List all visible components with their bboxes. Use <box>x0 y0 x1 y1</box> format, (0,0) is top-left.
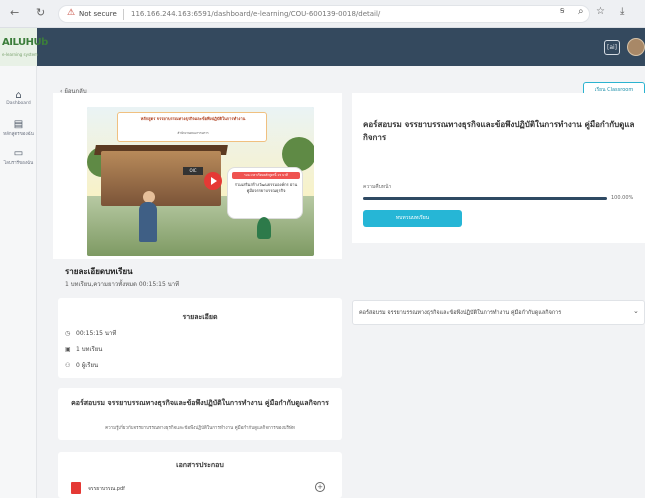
duration-value: 00:15:15 นาที <box>76 330 117 337</box>
bubble-header: ระยะเวลาเรียนหลักสูตรนี้ 15 นาที <box>232 172 300 179</box>
lesson-select-value: คอร์สอบรม จรรยาบรรณทางธุรกิจและข้อพึงปฏิ… <box>359 310 562 316</box>
sidebar-item-courses[interactable]: ▤ หลักสูตรของฉัน <box>0 119 37 137</box>
warning-icon: ⚠ <box>67 8 76 18</box>
thumbnail-subtitle: สำนักงานคณะกรรมการ <box>177 131 209 135</box>
translate-icon[interactable]: Ꞩ <box>560 7 564 15</box>
course-detail-heading: รายละเอียดบทเรียน <box>65 267 133 276</box>
learners-value: 0 ผู้เรียน <box>76 362 99 369</box>
course-title: คอร์สอบรม จรรยาบรรณทางธุรกิจและข้อพึงปฏิ… <box>363 120 635 142</box>
documents-title: เอกสารประกอบ <box>176 461 224 469</box>
library-icon: ▭ <box>13 148 24 159</box>
duration-row: ◷ 00:15:15 นาที <box>65 328 116 338</box>
plant-decoration <box>257 217 271 239</box>
progress-bar-fill <box>363 197 607 200</box>
lessons-value: 1 บทเรียน <box>76 346 103 353</box>
address-bar[interactable]: ⚠ Not secure 116.166.244.163:6591/dashbo… <box>58 5 590 23</box>
reload-icon[interactable]: ↻ <box>36 6 45 19</box>
zoom-icon[interactable]: ⌕ <box>578 6 584 17</box>
description-title: คอร์สอบรม จรรยาบรรณทางธุรกิจและข้อพึงปฏิ… <box>71 399 329 407</box>
url-divider <box>123 9 124 20</box>
thumbnail-title: หลักสูตร จรรยาบรรณทางธุรกิจและข้อพึงปฏิบ… <box>140 116 246 121</box>
tree-decoration <box>282 137 314 171</box>
ai-chip-icon[interactable]: [ai] <box>604 40 620 55</box>
users-icon: ⚇ <box>65 362 71 369</box>
lesson-icon: ▣ <box>65 346 71 353</box>
thumbnail-title-box: หลักสูตร จรรยาบรรณทางธุรกิจและข้อพึงปฏิบ… <box>117 112 267 142</box>
security-label: Not secure <box>79 10 117 18</box>
logo-text: AILUHUb <box>2 37 48 48</box>
details-card: รายละเอียด ◷ 00:15:15 นาที ▣ 1 บทเรียน ⚇ 0 … <box>58 298 342 378</box>
chevron-down-icon: ⌄ <box>633 307 639 315</box>
speech-bubble: ระยะเวลาเรียนหลักสูตรนี้ 15 นาที ร่วมเสร… <box>227 167 303 219</box>
review-lesson-button[interactable]: ทบทวนบทเรียน <box>363 210 462 227</box>
home-icon: ⌂ <box>15 90 22 101</box>
clock-icon: ◷ <box>65 330 71 337</box>
lessons-row: ▣ 1 บทเรียน <box>65 344 102 354</box>
sidebar-item-dashboard[interactable]: ⌂ Dashboard <box>0 90 37 106</box>
sidebar-item-label: หลักสูตรของฉัน <box>3 132 34 137</box>
oic-badge: OIC <box>183 167 203 175</box>
course-video-thumbnail[interactable]: หลักสูตร จรรยาบรรณทางธุรกิจและข้อพึงปฏิบ… <box>87 107 314 256</box>
play-button[interactable] <box>204 172 222 190</box>
progress-bar <box>363 197 607 200</box>
sidebar-item-label: Dashboard <box>6 101 31 106</box>
progress-label: ความคืบหน้า <box>363 184 392 190</box>
download-icon[interactable]: ⤓ <box>620 6 624 17</box>
book-icon: ▤ <box>13 119 24 130</box>
pdf-icon <box>71 482 81 494</box>
details-title: รายละเอียด <box>182 313 218 321</box>
url-text[interactable]: 116.166.244.163:6591/dashboard/e-learnin… <box>131 10 380 18</box>
browser-toolbar: ← ↻ ⚠ Not secure 116.166.244.163:6591/da… <box>0 0 645 28</box>
sidebar-item-library[interactable]: ▭ ไลบรารีของฉัน <box>0 148 37 166</box>
description-card: คอร์สอบรม จรรยาบรรณทางธุรกิจและข้อพึงปฏิ… <box>58 388 342 440</box>
description-body: ความรู้เกี่ยวกับจรรยาบรรณทางธุรกิจและข้อ… <box>105 426 295 431</box>
logo[interactable]: AILUHUb e-learning system <box>0 28 48 66</box>
sidebar-item-label: ไลบรารีของฉัน <box>3 161 34 166</box>
star-icon[interactable]: ☆ <box>596 6 605 17</box>
avatar[interactable] <box>627 38 645 56</box>
app-header <box>0 28 645 66</box>
add-circle-icon[interactable]: + <box>315 482 325 492</box>
document-name[interactable]: จรรยาบรรณ.pdf <box>88 485 125 493</box>
sidebar: ⌂ Dashboard ▤ หลักสูตรของฉัน ▭ ไลบรารีขอ… <box>0 66 37 498</box>
logo-subtitle: e-learning system <box>2 52 38 57</box>
learners-row: ⚇ 0 ผู้เรียน <box>65 360 98 370</box>
bubble-text: ร่วมเสริมสร้างวัฒนธรรมองค์กร ผ่านคู่มือจ… <box>234 182 298 193</box>
progress-value: 100.00% <box>611 195 634 201</box>
back-arrow-icon[interactable]: ← <box>10 6 19 19</box>
person-illustration <box>139 202 157 242</box>
building-illustration <box>101 151 221 206</box>
documents-card: เอกสารประกอบ จรรยาบรรณ.pdf + <box>58 452 342 498</box>
course-meta: 1 บทเรียน,ความยาวทั้งหมด 00:15:15 นาที <box>65 281 180 288</box>
lesson-select[interactable]: คอร์สอบรม จรรยาบรรณทางธุรกิจและข้อพึงปฏิ… <box>352 300 645 325</box>
play-icon <box>211 177 217 185</box>
